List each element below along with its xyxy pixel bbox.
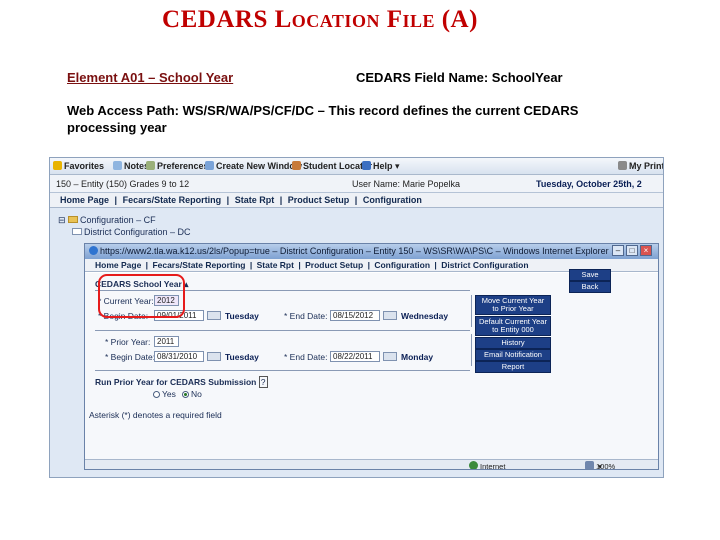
help-icon: [362, 161, 371, 170]
zoom-icon: [585, 461, 594, 469]
calendar-icon[interactable]: [207, 311, 221, 320]
tree-item-configuration[interactable]: ⊟ Configuration – CF: [58, 214, 191, 226]
report-button[interactable]: Report: [475, 361, 551, 373]
divider: [95, 370, 470, 371]
menu-configuration[interactable]: Configuration: [363, 195, 422, 205]
divider: [471, 334, 472, 366]
move-current-year-button[interactable]: Move Current Year to Prior Year: [475, 295, 551, 315]
user-name: User Name: Marie Popelka: [352, 179, 461, 189]
run-prior-year-label: Run Prior Year for CEDARS Submission ?: [95, 376, 268, 388]
create-window-button[interactable]: Create New Window: [205, 161, 302, 171]
notes-button[interactable]: Notes: [113, 161, 149, 171]
divider: [471, 295, 472, 327]
element-label: Element A01 – School Year: [67, 70, 234, 85]
prior-end-date-label: * End Date:: [284, 352, 328, 362]
maximize-icon[interactable]: □: [626, 245, 638, 256]
email-notification-button[interactable]: Email Notification: [475, 349, 551, 361]
highlight-annotation: [98, 274, 185, 318]
popup-menu-fecars-state-reporting[interactable]: Fecars/State Reporting: [152, 260, 245, 270]
popup-menu-state-rpt[interactable]: State Rpt: [257, 260, 294, 270]
prior-year-input[interactable]: 2011: [154, 336, 179, 347]
save-button[interactable]: Save: [569, 269, 611, 281]
favorites-button[interactable]: Favorites: [53, 161, 104, 171]
calendar-icon[interactable]: [383, 311, 397, 320]
end-day: Wednesday: [401, 311, 449, 321]
radio-yes[interactable]: Yes: [153, 389, 176, 399]
required-field-note: Asterisk (*) denotes a required field: [89, 410, 222, 420]
slide-title: CEDARS Location File (A): [162, 6, 478, 33]
minimize-icon[interactable]: –: [612, 245, 624, 256]
menu-separator: |: [434, 260, 437, 270]
help-button[interactable]: Help ▾: [362, 161, 400, 172]
ie-logo-icon: [89, 246, 98, 255]
current-date: Tuesday, October 25th, 2: [536, 179, 642, 189]
prior-end-date-input[interactable]: 08/22/2011: [330, 351, 380, 362]
star-icon: [53, 161, 62, 170]
menu-separator: |: [249, 260, 253, 270]
calendar-icon[interactable]: [207, 352, 221, 361]
default-current-year-button[interactable]: Default Current Year to Entity 000: [475, 316, 551, 336]
help-icon[interactable]: ?: [258, 376, 268, 388]
app-menu: Home Page | Fecars/State Reporting | Sta…: [50, 193, 663, 208]
close-icon[interactable]: ×: [640, 245, 652, 256]
menu-product-setup[interactable]: Product Setup: [288, 195, 350, 205]
popup-menu-district-configuration[interactable]: District Configuration: [441, 260, 528, 270]
menu-separator: |: [145, 260, 149, 270]
globe-icon: [469, 461, 478, 469]
web-access-path: Web Access Path: WS/SR/WA/PS/CF/DC – Thi…: [67, 103, 579, 135]
popup-menu-home-page[interactable]: Home Page: [95, 260, 141, 270]
prior-begin-date-label: * Begin Date:: [105, 352, 156, 362]
begin-day: Tuesday: [225, 311, 259, 321]
popup-titlebar: https://www2.tla.wa.k12.us/2ls/Popup=tru…: [85, 244, 658, 259]
preferences-icon: [146, 161, 155, 170]
page-icon: [72, 228, 82, 235]
internet-zone: Internet: [469, 461, 505, 469]
entity-bar: 150 – Entity (150) Grades 9 to 12 User N…: [50, 175, 663, 193]
end-date-input[interactable]: 08/15/2012: [330, 310, 380, 321]
end-date-label: * End Date:: [284, 311, 328, 321]
preferences-button[interactable]: Preferences: [146, 161, 209, 171]
popup-menu-configuration[interactable]: Configuration: [374, 260, 430, 270]
divider: [95, 330, 470, 331]
prior-end-day: Monday: [401, 352, 434, 362]
notes-icon: [113, 161, 122, 170]
popup-menu-product-setup[interactable]: Product Setup: [305, 260, 363, 270]
calendar-icon[interactable]: [383, 352, 397, 361]
menu-separator: |: [279, 195, 283, 205]
radio-selected-icon: [182, 391, 189, 398]
menu-separator: |: [367, 260, 370, 270]
tree-item-district-configuration[interactable]: District Configuration – DC: [58, 226, 191, 238]
person-icon: [292, 161, 301, 170]
prior-year-label: * Prior Year:: [105, 337, 151, 347]
menu-separator: |: [298, 260, 301, 270]
menu-separator: |: [226, 195, 230, 205]
printer-icon: [618, 161, 627, 170]
zoom-level[interactable]: 100% ▾: [585, 461, 615, 469]
navigation-tree: ⊟ Configuration – CF District Configurat…: [58, 214, 191, 238]
radio-no[interactable]: No: [182, 389, 202, 399]
field-name: CEDARS Field Name: SchoolYear: [356, 70, 563, 85]
back-button[interactable]: Back: [569, 281, 611, 293]
prior-begin-date-input[interactable]: 08/31/2010: [154, 351, 204, 362]
window-icon: [205, 161, 214, 170]
prior-begin-day: Tuesday: [225, 352, 259, 362]
radio-icon: [153, 391, 160, 398]
menu-separator: |: [354, 195, 358, 205]
history-button[interactable]: History: [475, 337, 551, 349]
popup-status-bar: Internet 100% ▾: [85, 459, 658, 469]
menu-home-page[interactable]: Home Page: [60, 195, 109, 205]
ie-toolbar: Favorites Notes Preferences Create New W…: [50, 158, 663, 175]
folder-icon: [68, 216, 79, 223]
student-locator-button[interactable]: Student Locator: [292, 161, 372, 171]
my-print-button[interactable]: My Print Q: [618, 161, 663, 171]
menu-fecars-state-reporting[interactable]: Fecars/State Reporting: [123, 195, 222, 205]
menu-separator: |: [114, 195, 118, 205]
entity-selector[interactable]: 150 – Entity (150) Grades 9 to 12: [56, 179, 189, 189]
menu-state-rpt[interactable]: State Rpt: [235, 195, 275, 205]
